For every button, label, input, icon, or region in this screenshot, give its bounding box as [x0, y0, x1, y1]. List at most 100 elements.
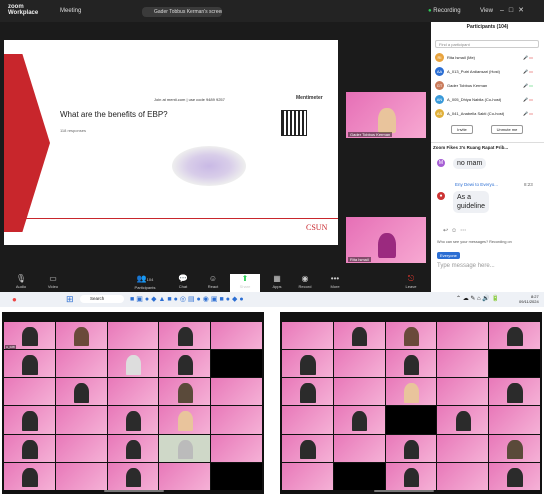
- gallery-tile[interactable]: [211, 462, 262, 490]
- gallery-tile[interactable]: [333, 378, 385, 406]
- gallery-tile[interactable]: [437, 322, 489, 350]
- gallery-tile[interactable]: [282, 378, 333, 406]
- gallery-tile[interactable]: [437, 406, 489, 434]
- gallery-tile[interactable]: [282, 462, 333, 490]
- gallery-tile[interactable]: [55, 322, 107, 350]
- unmute-me-button[interactable]: Unmute me: [491, 125, 523, 134]
- gallery-tile[interactable]: [489, 406, 540, 434]
- gallery-tile[interactable]: [159, 378, 211, 406]
- gallery-tile[interactable]: [159, 462, 211, 490]
- gallery-tile[interactable]: [282, 434, 333, 462]
- taskbar-apps[interactable]: ■▣●◆▲■●◎▤●◉▣■●◆●: [130, 295, 246, 303]
- gallery-tile[interactable]: [282, 350, 333, 378]
- record-button[interactable]: ◉ Record: [290, 274, 320, 289]
- participant-row[interactable]: AN A_005_Dhiya Nabila (Co-host) 🎤 ▭: [435, 94, 541, 106]
- gallery-tile[interactable]: [159, 434, 211, 462]
- view-menu[interactable]: View: [480, 8, 493, 14]
- gallery-tile[interactable]: [159, 350, 211, 378]
- gallery-tile[interactable]: [211, 406, 262, 434]
- maximize-icon[interactable]: □: [509, 7, 518, 14]
- gallery-tile[interactable]: [159, 322, 211, 350]
- participant-row[interactable]: RI Rita Ismail (Me) 🎤 ▭: [435, 52, 541, 64]
- gallery-tile[interactable]: [489, 434, 540, 462]
- gallery-tile[interactable]: [211, 322, 262, 350]
- gallery-tile[interactable]: [55, 350, 107, 378]
- chat-button[interactable]: 💬 Chat: [168, 274, 198, 289]
- gallery-tile[interactable]: [437, 434, 489, 462]
- gallery-tile[interactable]: [211, 350, 262, 378]
- gallery-tile[interactable]: [385, 462, 437, 490]
- leave-button[interactable]: ⎋ Leave: [396, 274, 426, 289]
- gallery-tile[interactable]: [211, 434, 262, 462]
- gallery-tile[interactable]: [437, 378, 489, 406]
- gallery-tile[interactable]: [333, 462, 385, 490]
- gallery-tile[interactable]: [489, 350, 540, 378]
- gallery-tile[interactable]: [385, 350, 437, 378]
- gallery-tile[interactable]: [107, 322, 159, 350]
- gallery-tile[interactable]: [55, 462, 107, 490]
- windows-start-icon[interactable]: ⊞: [66, 294, 74, 305]
- gallery-tile[interactable]: [385, 378, 437, 406]
- gallery-tile[interactable]: [107, 378, 159, 406]
- more-options-icon[interactable]: ⋯: [460, 228, 469, 234]
- speaker-pill[interactable]: Gader Tobbus Kerman's screen: [142, 7, 222, 17]
- gallery-tile[interactable]: [385, 434, 437, 462]
- gallery-tile[interactable]: [489, 378, 540, 406]
- gallery-tile[interactable]: [4, 406, 55, 434]
- close-icon[interactable]: ✕: [518, 7, 529, 14]
- gallery-tile[interactable]: [107, 350, 159, 378]
- gallery-tile[interactable]: [55, 434, 107, 462]
- emoji-icon[interactable]: ☺: [451, 228, 460, 234]
- weather-icon[interactable]: ●: [12, 295, 17, 304]
- apps-button[interactable]: ▦ Apps: [262, 274, 292, 289]
- system-tray-icons[interactable]: ⌃ ☁ ✎ ⌂ 🔊 🔋: [456, 295, 499, 302]
- taskbar-search[interactable]: Search: [80, 295, 124, 303]
- participant-row[interactable]: AA A_013_Putri Ardiansari (Host) 🎤 ▭: [435, 66, 541, 78]
- clock[interactable]: 8:27 09/11/2024: [519, 294, 539, 304]
- participant-row[interactable]: AS A_041_Anabella Sakti (Co-host) 🎤 ▭: [435, 108, 541, 120]
- gallery-tile[interactable]: [437, 462, 489, 490]
- chat-recipient-select[interactable]: Everyone: [437, 252, 460, 259]
- gallery-tile[interactable]: [159, 406, 211, 434]
- gallery-tile[interactable]: [55, 406, 107, 434]
- gallery-tile[interactable]: [107, 434, 159, 462]
- gallery-tile[interactable]: [333, 322, 385, 350]
- reply-icon[interactable]: ↩: [443, 228, 451, 234]
- gallery-tile[interactable]: A_028: [4, 322, 55, 350]
- gallery-scrollbar[interactable]: [104, 490, 164, 492]
- participant-search-input[interactable]: Find a participant: [435, 40, 539, 48]
- minimize-icon[interactable]: –: [500, 7, 509, 14]
- video-button[interactable]: ▭ Video: [38, 274, 68, 289]
- gallery-tile[interactable]: [333, 434, 385, 462]
- gallery-tile[interactable]: [282, 406, 333, 434]
- meeting-menu[interactable]: Meeting: [60, 8, 81, 14]
- invite-button[interactable]: Invite: [451, 125, 473, 134]
- gallery-tile[interactable]: [282, 322, 333, 350]
- gallery-tile[interactable]: [55, 378, 107, 406]
- gallery-tile[interactable]: [333, 350, 385, 378]
- gallery-tile[interactable]: [385, 322, 437, 350]
- gallery-tile[interactable]: [211, 378, 262, 406]
- participant-row[interactable]: GT Gader Tobbus Kerman 🎤 ▭: [435, 80, 541, 92]
- gallery-tile[interactable]: [107, 462, 159, 490]
- react-button[interactable]: ☺ React: [198, 274, 228, 289]
- participants-button[interactable]: 👥104 Participants: [130, 274, 160, 290]
- gallery-tile[interactable]: [4, 378, 55, 406]
- participant-video: [74, 326, 90, 347]
- gallery-tile[interactable]: [437, 350, 489, 378]
- gallery-tile[interactable]: [107, 406, 159, 434]
- gallery-tile[interactable]: [4, 462, 55, 490]
- video-tile-self[interactable]: Rita Ismail: [346, 217, 426, 263]
- gallery-tile[interactable]: [489, 462, 540, 490]
- video-tile-speaker[interactable]: Gader Tobbus Kerman: [346, 92, 426, 138]
- gallery-tile[interactable]: [333, 406, 385, 434]
- audio-button[interactable]: 🎙 Audio: [6, 274, 36, 289]
- gallery-scrollbar[interactable]: [374, 490, 434, 492]
- gallery-tile[interactable]: [489, 322, 540, 350]
- gallery-tile[interactable]: [4, 434, 55, 462]
- more-button[interactable]: ••• More: [320, 274, 350, 289]
- gallery-tile[interactable]: [4, 350, 55, 378]
- message-actions[interactable]: ↩☺⋯: [443, 227, 469, 234]
- gallery-tile[interactable]: [385, 406, 437, 434]
- chat-input[interactable]: Type message here...: [437, 263, 495, 269]
